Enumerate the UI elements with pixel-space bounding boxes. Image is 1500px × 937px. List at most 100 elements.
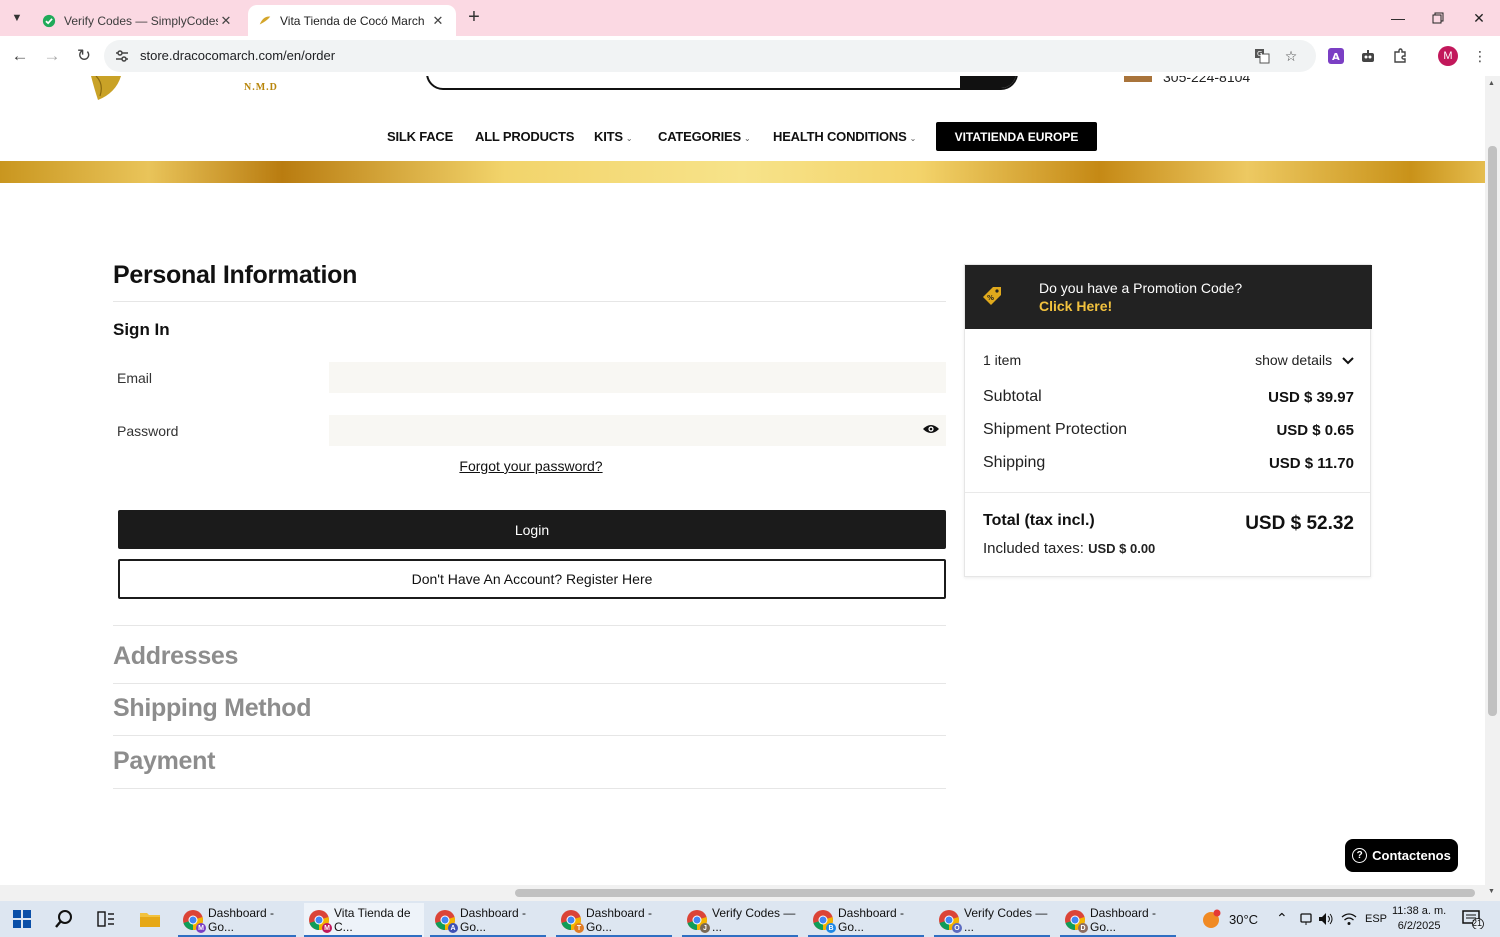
- taskbar-app-label: Dashboard - Go...: [208, 906, 275, 934]
- clock-date: 6/2/2025: [1397, 920, 1441, 932]
- minimize-button[interactable]: —: [1376, 0, 1420, 36]
- url-text[interactable]: store.dracocomarch.com/en/order: [140, 48, 335, 63]
- taskbar-clock[interactable]: 11:38 a. m. 6/2/2025: [1392, 904, 1446, 934]
- password-field[interactable]: [329, 415, 946, 446]
- taskbar-app-button[interactable]: J Verify Codes — ...: [682, 903, 800, 937]
- taskbar-app-button[interactable]: B Dashboard - Go...: [808, 903, 926, 937]
- site-search-bar[interactable]: [426, 76, 1018, 90]
- addresses-step-title[interactable]: Addresses: [113, 642, 238, 671]
- included-taxes: Included taxes: USD $ 0.00: [983, 540, 1155, 557]
- address-bar[interactable]: store.dracocomarch.com/en/order G ☆: [104, 40, 1316, 72]
- nav-kits[interactable]: KITS ⌄: [594, 129, 633, 144]
- tab-close-icon[interactable]: ✕: [430, 13, 446, 29]
- clock-time: 11:38 a. m.: [1392, 905, 1447, 917]
- reload-button[interactable]: ↻: [72, 44, 96, 68]
- taskbar-app-button[interactable]: M Vita Tienda de C...: [304, 903, 424, 937]
- tab-close-icon[interactable]: ✕: [218, 13, 234, 29]
- register-button[interactable]: Don't Have An Account? Register Here: [118, 559, 946, 599]
- taskbar-app-button[interactable]: A Dashboard - Go...: [430, 903, 548, 937]
- taskbar-app-label: Dashboard - Go...: [586, 906, 653, 934]
- taskbar-app-button[interactable]: M Dashboard - Go...: [178, 903, 298, 937]
- task-view-icon[interactable]: [94, 907, 118, 931]
- scroll-up-icon[interactable]: ▲: [1488, 80, 1495, 87]
- taxes-label: Included taxes:: [983, 540, 1084, 557]
- taskbar-app-button[interactable]: D Dashboard - Go...: [1060, 903, 1178, 937]
- browser-menu-icon[interactable]: ⋮: [1468, 44, 1492, 68]
- back-button[interactable]: ←: [8, 44, 32, 68]
- site-search-button[interactable]: [960, 76, 1016, 88]
- vitatienda-europe-button[interactable]: VITATIENDA EUROPE: [936, 122, 1097, 151]
- profile-avatar[interactable]: M: [1438, 46, 1458, 66]
- nav-silk-face[interactable]: SILK FACE: [387, 129, 453, 144]
- show-details-toggle[interactable]: show details: [1255, 352, 1354, 368]
- payment-step-title[interactable]: Payment: [113, 747, 215, 776]
- subtotal-label: Subtotal: [983, 388, 1042, 405]
- tab-verify-codes[interactable]: Verify Codes — SimplyCodes ✕: [32, 5, 244, 36]
- tab-vita-tienda[interactable]: Vita Tienda de Cocó March ✕: [248, 5, 456, 36]
- taskbar-app-button[interactable]: O Verify Codes — ...: [934, 903, 1052, 937]
- sign-in-title: Sign In: [113, 320, 170, 339]
- browser-toolbar: ← → ↻ store.dracocomarch.com/en/order G …: [0, 36, 1500, 76]
- browser-tab-strip: ▼ Verify Codes — SimplyCodes ✕ Vita Tien…: [0, 0, 1500, 36]
- show-hidden-icons-chevron-icon[interactable]: ⌃: [1276, 910, 1288, 927]
- nav-categories[interactable]: CATEGORIES ⌄: [658, 129, 751, 144]
- email-field[interactable]: [329, 362, 946, 393]
- shipping-value: USD $ 11.70: [1268, 454, 1354, 472]
- personal-information-title: Personal Information: [113, 261, 358, 289]
- login-button[interactable]: Login: [118, 510, 946, 549]
- contact-label: Contactenos: [1372, 848, 1451, 863]
- profile-badge: J: [700, 923, 710, 933]
- tab-title: Vita Tienda de Cocó March: [280, 13, 425, 28]
- new-tab-button[interactable]: +: [462, 6, 486, 30]
- restore-button[interactable]: [1416, 0, 1460, 36]
- search-icon[interactable]: [52, 907, 76, 931]
- chevron-down-icon: ⌄: [744, 134, 751, 143]
- extension-robot-icon[interactable]: [1356, 44, 1380, 68]
- svg-text:A: A: [1332, 52, 1340, 63]
- contact-us-button[interactable]: ? Contactenos: [1345, 839, 1458, 872]
- bookmark-star-icon[interactable]: ☆: [1281, 46, 1301, 66]
- nav-label: ALL PRODUCTS: [475, 129, 575, 144]
- promo-question: Do you have a Promotion Code?: [1039, 280, 1243, 296]
- taskbar-app-label: Dashboard - Go...: [838, 906, 905, 934]
- wifi-icon[interactable]: [1337, 907, 1361, 931]
- store-logo-icon[interactable]: [88, 76, 124, 104]
- promo-code-banner[interactable]: % Do you have a Promotion Code? Click He…: [965, 265, 1372, 329]
- tab-search-button[interactable]: ▼: [6, 7, 28, 29]
- forward-button[interactable]: →: [40, 44, 64, 68]
- shipping-method-step-title[interactable]: Shipping Method: [113, 694, 312, 723]
- vertical-scrollbar[interactable]: ▲ ▼: [1485, 76, 1500, 901]
- taskbar-app-button[interactable]: T Dashboard - Go...: [556, 903, 674, 937]
- horizontal-scrollbar[interactable]: [0, 885, 1485, 901]
- show-password-icon[interactable]: [922, 422, 940, 436]
- nav-all-products[interactable]: ALL PRODUCTS: [475, 129, 574, 144]
- close-window-button[interactable]: ✕: [1457, 0, 1500, 36]
- file-explorer-icon[interactable]: [138, 907, 162, 931]
- input-language[interactable]: ESP: [1365, 913, 1387, 925]
- volume-icon[interactable]: [1314, 907, 1338, 931]
- extension-a-icon[interactable]: A: [1324, 44, 1348, 68]
- weather-temperature[interactable]: 30°C: [1229, 912, 1258, 927]
- scrollbar-thumb[interactable]: [1488, 146, 1497, 716]
- profile-badge: M: [196, 923, 206, 933]
- windows-start-icon[interactable]: [10, 907, 34, 931]
- divider: [113, 788, 946, 789]
- nav-label: HEALTH CONDITIONS: [773, 129, 907, 144]
- site-settings-icon[interactable]: [114, 48, 130, 64]
- nav-health-conditions[interactable]: HEALTH CONDITIONS ⌄: [773, 129, 916, 144]
- chrome-icon: J: [686, 909, 710, 933]
- promo-click-here-link[interactable]: Click Here!: [1039, 298, 1112, 314]
- shipment-protection-label: Shipment Protection: [983, 421, 1128, 438]
- store-phone: 305-224-8104: [1163, 76, 1251, 85]
- profile-badge: A: [448, 923, 458, 933]
- shipping-row: Shipping USD $ 11.70: [983, 454, 1354, 472]
- order-summary: % Do you have a Promotion Code? Click He…: [964, 264, 1372, 577]
- weather-icon[interactable]: [1199, 907, 1223, 931]
- scrollbar-thumb[interactable]: [515, 889, 1475, 897]
- chevron-down-icon: ⌄: [909, 134, 917, 143]
- translate-icon[interactable]: G: [1252, 46, 1272, 66]
- phone-icon: [1124, 76, 1152, 82]
- forgot-password-link[interactable]: Forgot your password?: [0, 458, 1062, 474]
- extensions-puzzle-icon[interactable]: [1388, 44, 1412, 68]
- scroll-down-icon[interactable]: ▼: [1488, 888, 1495, 895]
